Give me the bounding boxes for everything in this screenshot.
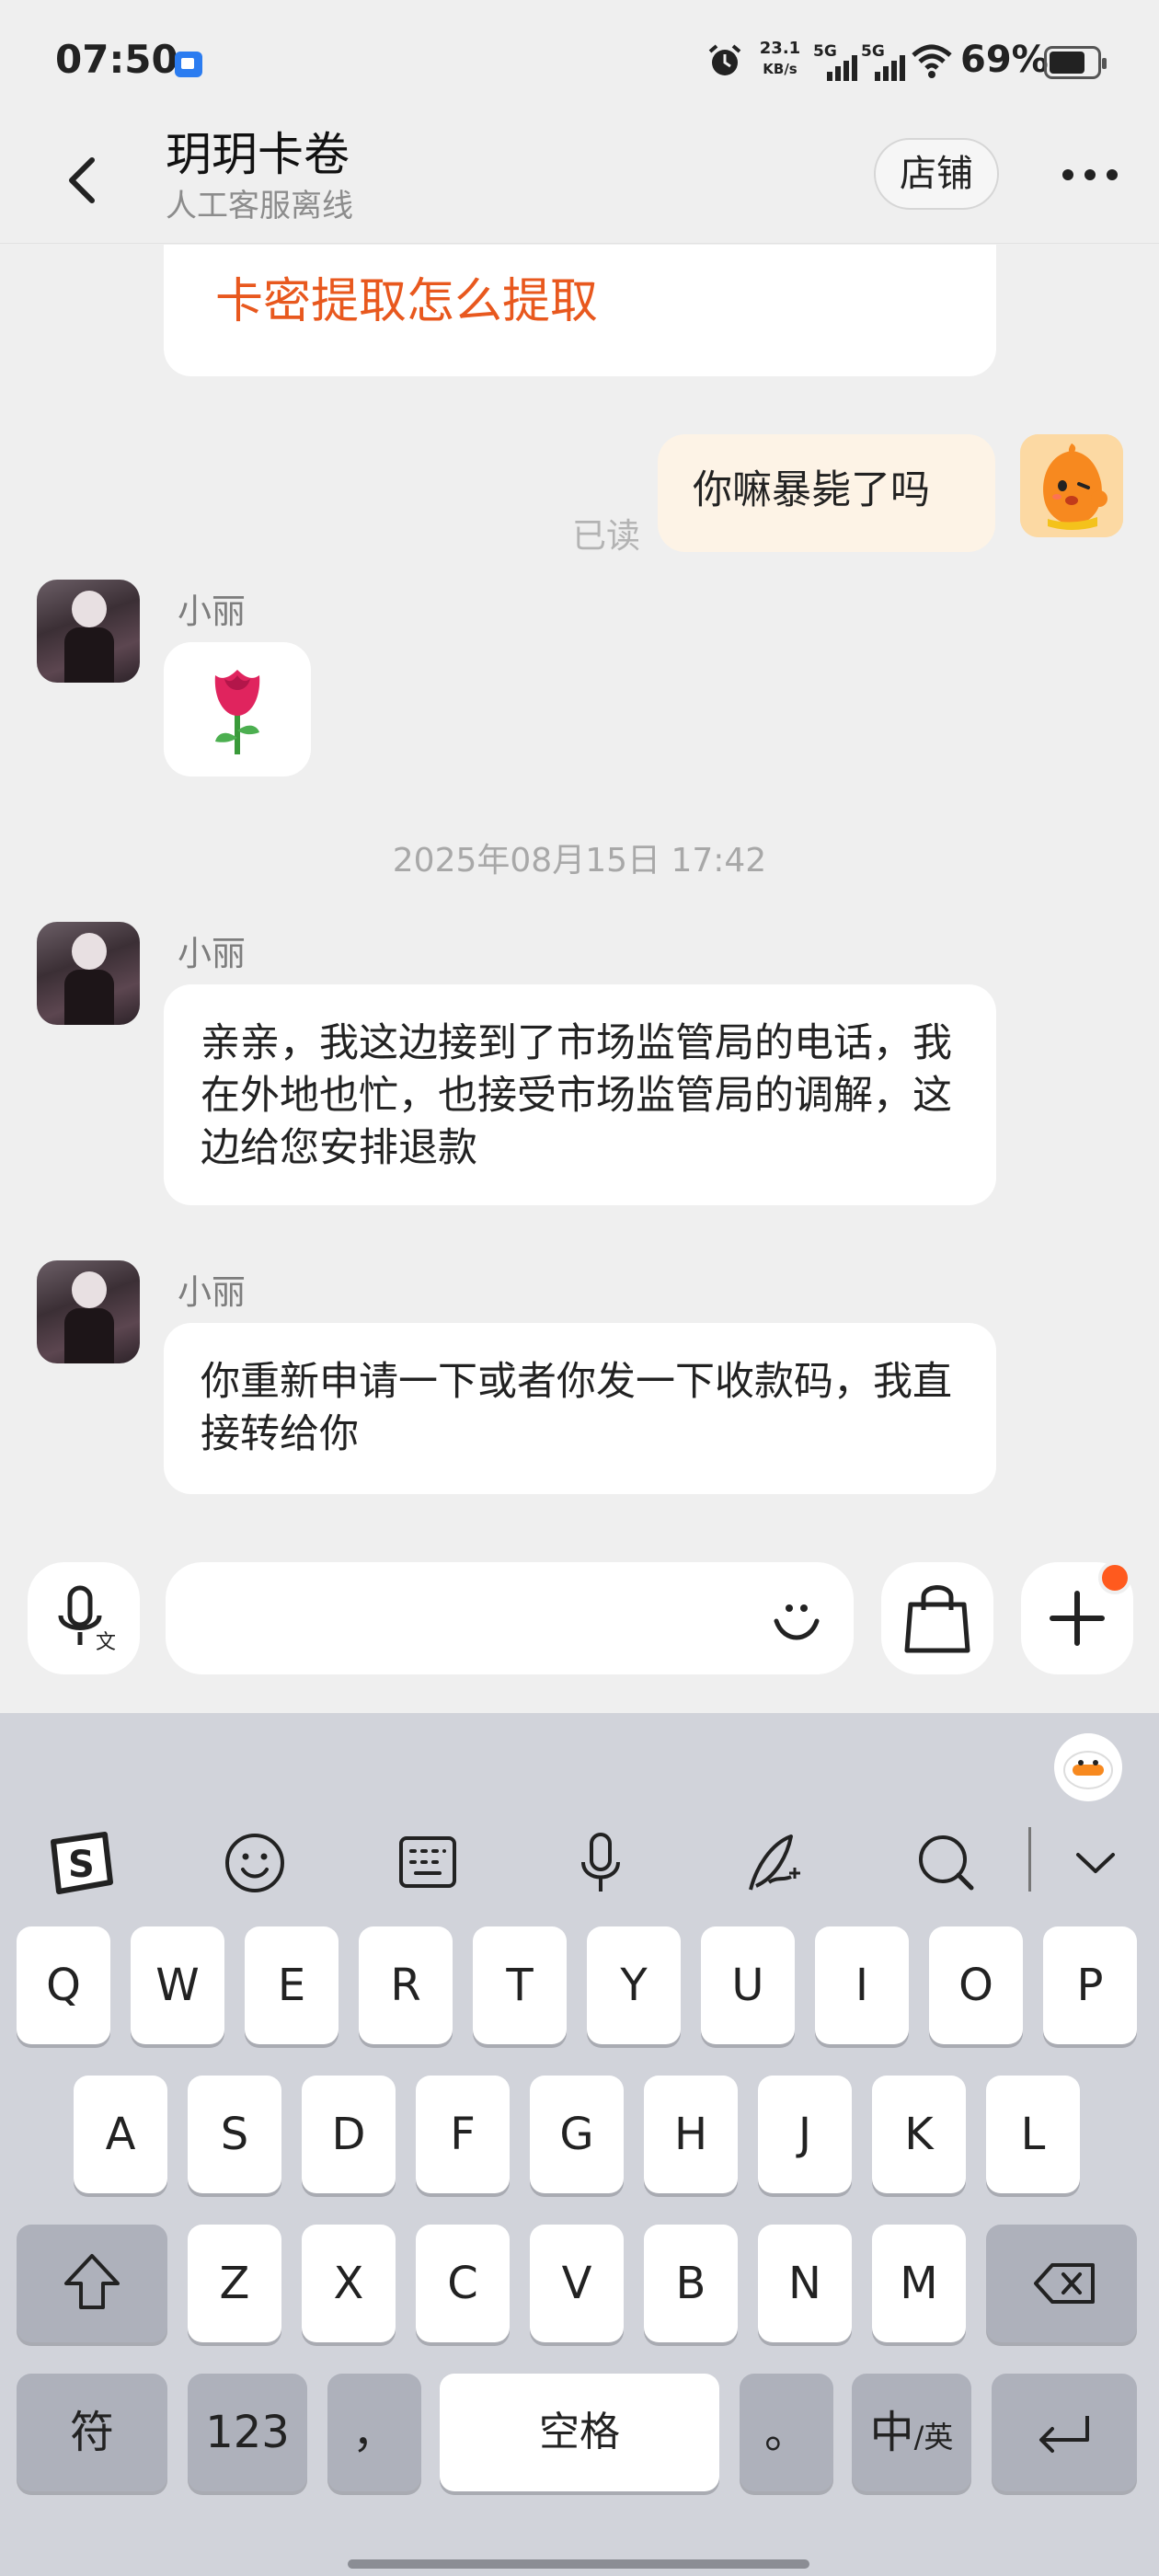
backspace-key[interactable] xyxy=(986,2225,1137,2342)
key-u[interactable]: U xyxy=(701,1926,795,2044)
microphone-icon[interactable] xyxy=(559,1822,642,1904)
status-time: 07:50 xyxy=(55,37,178,82)
faq-card[interactable]: 卡密提取怎么提取 xyxy=(164,245,996,376)
my-message-bubble: 你嘛暴毙了吗 xyxy=(658,434,995,552)
emoji-icon[interactable] xyxy=(767,1590,826,1649)
collapse-keyboard-icon[interactable] xyxy=(1054,1822,1137,1904)
key-y[interactable]: Y xyxy=(587,1926,681,2044)
chat-messages: 卡密提取怎么提取 你嘛暴毙了吗 已读 小丽 🌹 2025年08月15日 17:4… xyxy=(0,245,1159,1551)
peer-avatar[interactable] xyxy=(37,1260,140,1363)
network-speed: 23.1 KB/s xyxy=(754,39,806,79)
key-f[interactable]: F xyxy=(416,2076,510,2193)
message-input[interactable] xyxy=(166,1562,854,1674)
space-key[interactable]: 空格 xyxy=(440,2374,719,2491)
numbers-key[interactable]: 123 xyxy=(188,2374,307,2491)
battery-percent: 69% xyxy=(960,39,1049,81)
key-l[interactable]: L xyxy=(986,2076,1080,2193)
my-avatar[interactable] xyxy=(1020,434,1123,537)
key-d[interactable]: D xyxy=(302,2076,396,2193)
toolbar-divider xyxy=(1028,1827,1031,1892)
backspace-icon xyxy=(1034,2263,1095,2304)
shopping-bag-icon xyxy=(904,1585,970,1653)
shift-key[interactable] xyxy=(17,2225,167,2342)
chat-header: 玥玥卡卷 人工客服离线 店铺 xyxy=(0,110,1159,244)
key-a[interactable]: A xyxy=(74,2076,167,2193)
ime-mascot-icon[interactable] xyxy=(1054,1733,1122,1801)
alarm-icon xyxy=(708,44,741,75)
peer-avatar[interactable] xyxy=(37,580,140,683)
back-arrow-icon[interactable] xyxy=(57,147,112,212)
key-i[interactable]: I xyxy=(815,1926,909,2044)
key-j[interactable]: J xyxy=(758,2076,852,2193)
network-speed-value: 23.1 xyxy=(759,39,801,58)
lang-sub-label: /英 xyxy=(913,2420,954,2455)
peer-name: 小丽 xyxy=(178,592,246,631)
notification-dot xyxy=(1098,1561,1131,1594)
peer-message-bubble: 亲亲，我这边接到了市场监管局的电话，我在外地也忙，也接受市场监管局的调解，这边给… xyxy=(164,984,996,1205)
key-v[interactable]: V xyxy=(530,2225,624,2342)
key-t[interactable]: T xyxy=(473,1926,567,2044)
signal-5g-icon: 5G xyxy=(813,42,857,81)
peer-message-bubble: 你重新申请一下或者你发一下收款码，我直接转给你 xyxy=(164,1323,996,1494)
rose-emoji-bubble: 🌹 xyxy=(164,642,311,776)
key-h[interactable]: H xyxy=(644,2076,738,2193)
key-e[interactable]: E xyxy=(245,1926,339,2044)
language-switch-key[interactable]: 中/英 xyxy=(852,2374,971,2491)
service-status: 人工客服离线 xyxy=(166,188,353,224)
peer-name: 小丽 xyxy=(178,1272,246,1312)
lang-main-label: 中 xyxy=(869,2407,914,2458)
signal-5g-icon: 5G xyxy=(861,42,905,81)
sogou-logo-icon[interactable]: S xyxy=(40,1822,123,1904)
battery-icon xyxy=(1044,46,1107,79)
voice-to-text-icon: 文 xyxy=(58,1585,116,1654)
store-button[interactable]: 店铺 xyxy=(874,138,999,210)
comma-key[interactable]: ， xyxy=(327,2374,421,2491)
key-q[interactable]: Q xyxy=(17,1926,110,2044)
wifi-icon xyxy=(912,44,952,78)
voice-input-button[interactable]: 文 xyxy=(28,1562,140,1674)
read-status: 已读 xyxy=(572,516,640,556)
key-b[interactable]: B xyxy=(644,2225,738,2342)
peer-name: 小丽 xyxy=(178,934,246,973)
shop-title: 玥玥卡卷 xyxy=(166,128,350,181)
key-p[interactable]: P xyxy=(1043,1926,1137,2044)
key-s[interactable]: S xyxy=(188,2076,281,2193)
svg-text:文: 文 xyxy=(96,1631,116,1654)
more-options-icon[interactable] xyxy=(1058,158,1122,191)
key-z[interactable]: Z xyxy=(188,2225,281,2342)
status-bar: 07:50 23.1 KB/s 5G 5G 69% xyxy=(0,0,1159,120)
handwriting-icon[interactable] xyxy=(732,1822,815,1904)
peer-avatar[interactable] xyxy=(37,922,140,1025)
home-indicator[interactable] xyxy=(348,2559,809,2569)
rose-icon xyxy=(214,670,260,754)
period-key[interactable]: 。 xyxy=(740,2374,833,2491)
ime-keyboard: S Q W E R T Y U I O P A S D F G H J K L xyxy=(0,1713,1159,2576)
shift-icon xyxy=(64,2254,120,2309)
key-o[interactable]: O xyxy=(929,1926,1023,2044)
enter-key[interactable] xyxy=(992,2374,1137,2491)
key-n[interactable]: N xyxy=(758,2225,852,2342)
key-m[interactable]: M xyxy=(872,2225,966,2342)
enter-icon xyxy=(1039,2416,1089,2453)
mascot-avatar-icon xyxy=(1020,434,1123,537)
input-bar: 文 xyxy=(0,1551,1159,1713)
order-button[interactable] xyxy=(881,1562,993,1674)
key-k[interactable]: K xyxy=(872,2076,966,2193)
search-icon[interactable] xyxy=(905,1822,988,1904)
timestamp: 2025年08月15日 17:42 xyxy=(392,842,767,880)
app-notification-icon xyxy=(175,52,202,77)
network-speed-unit: KB/s xyxy=(763,61,798,77)
key-x[interactable]: X xyxy=(302,2225,396,2342)
key-g[interactable]: G xyxy=(530,2076,624,2193)
keyboard-icon[interactable] xyxy=(386,1822,469,1904)
key-c[interactable]: C xyxy=(416,2225,510,2342)
emoji-icon[interactable] xyxy=(213,1822,296,1904)
faq-link[interactable]: 卡密提取怎么提取 xyxy=(215,276,598,328)
symbols-key[interactable]: 符 xyxy=(17,2374,167,2491)
svg-text:S: S xyxy=(68,1844,95,1886)
key-r[interactable]: R xyxy=(359,1926,453,2044)
key-w[interactable]: W xyxy=(131,1926,224,2044)
